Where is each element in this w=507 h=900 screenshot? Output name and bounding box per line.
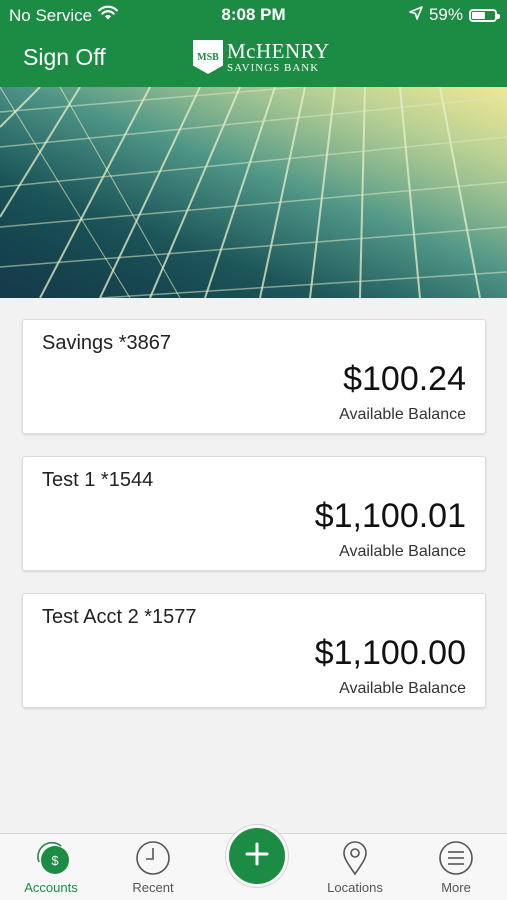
tab-accounts[interactable]: $ Accounts bbox=[1, 840, 101, 900]
sign-off-button[interactable]: Sign Off bbox=[23, 44, 106, 71]
map-pin-icon bbox=[337, 840, 373, 876]
accounts-screen: No Service 8:08 PM 59% Sign Off MSB McHE… bbox=[0, 0, 507, 900]
account-name: Test Acct 2 *1577 bbox=[42, 606, 197, 628]
app-header: No Service 8:08 PM 59% Sign Off MSB McHE… bbox=[0, 0, 507, 87]
dollar-symbol: $ bbox=[51, 853, 59, 868]
balance-label: Available Balance bbox=[339, 543, 466, 560]
location-arrow-icon bbox=[409, 5, 423, 25]
nav-bar: Sign Off MSB McHENRY SAVINGS BANK bbox=[0, 30, 507, 87]
add-button[interactable] bbox=[226, 825, 288, 887]
logo-name: McHENRY bbox=[227, 38, 330, 63]
logo-text: McHENRY SAVINGS BANK bbox=[227, 38, 330, 74]
account-balance: $1,100.00 bbox=[314, 634, 466, 672]
logo-subtitle: SAVINGS BANK bbox=[227, 61, 320, 74]
battery-percent: 59% bbox=[428, 5, 463, 24]
dollar-coin-icon: $ bbox=[33, 840, 69, 876]
bank-logo: MSB McHENRY SAVINGS BANK bbox=[193, 40, 330, 74]
status-bar: No Service 8:08 PM 59% bbox=[0, 0, 507, 30]
account-card-test-acct-2[interactable]: Test Acct 2 *1577 $1,100.00 Available Ba… bbox=[22, 593, 486, 708]
account-balance: $100.24 bbox=[343, 360, 466, 398]
tab-recent[interactable]: Recent bbox=[103, 840, 203, 900]
logo-badge: MSB bbox=[193, 40, 223, 74]
plus-icon bbox=[245, 842, 269, 871]
account-card-savings[interactable]: Savings *3867 $100.24 Available Balance bbox=[22, 319, 486, 434]
tab-label-recent: Recent bbox=[132, 880, 174, 895]
balance-label: Available Balance bbox=[339, 680, 466, 697]
menu-icon bbox=[438, 840, 474, 876]
battery-icon bbox=[469, 8, 500, 22]
status-right: 59% bbox=[409, 5, 500, 25]
battery-fill bbox=[472, 11, 485, 19]
tab-more[interactable]: More bbox=[406, 840, 506, 900]
account-card-test-1[interactable]: Test 1 *1544 $1,100.01 Available Balance bbox=[22, 456, 486, 571]
account-name: Test 1 *1544 bbox=[42, 469, 154, 491]
hero-banner-image bbox=[0, 87, 507, 298]
tab-label-accounts: Accounts bbox=[24, 880, 78, 895]
balance-label: Available Balance bbox=[339, 406, 466, 423]
tab-label-more: More bbox=[441, 880, 471, 895]
tab-label-locations: Locations bbox=[327, 880, 383, 895]
account-list: Savings *3867 $100.24 Available Balance … bbox=[22, 319, 486, 730]
account-balance: $1,100.01 bbox=[314, 497, 466, 535]
clock-icon bbox=[135, 840, 171, 876]
tab-locations[interactable]: Locations bbox=[305, 840, 405, 900]
account-name: Savings *3867 bbox=[42, 332, 171, 354]
